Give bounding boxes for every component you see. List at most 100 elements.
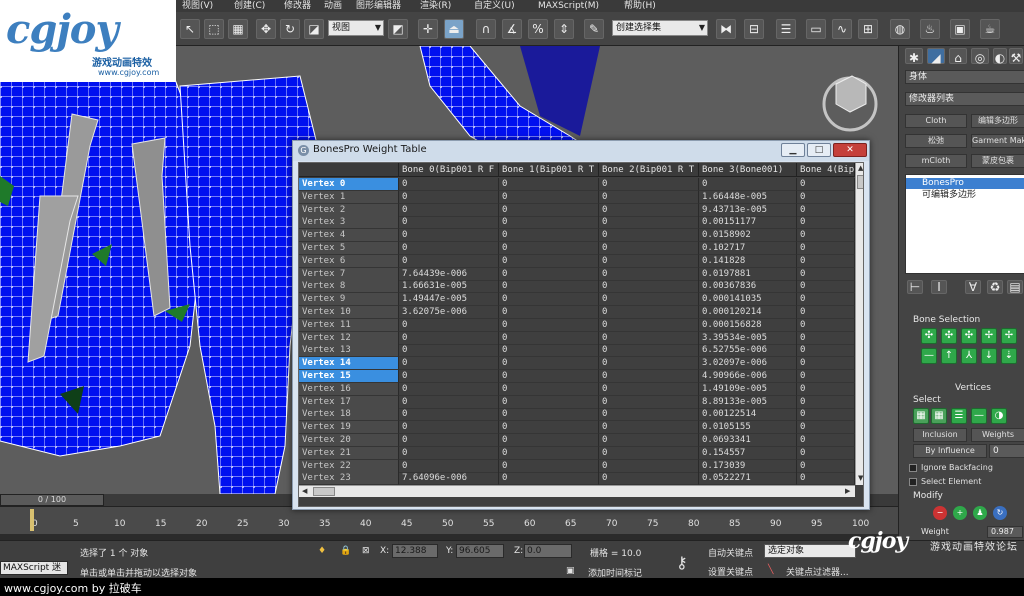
edit-poly-button[interactable]: 编辑多边形 bbox=[971, 114, 1024, 128]
table-row[interactable]: Vertex 7 7.64439e-006 0 0 0.0197881 0 bbox=[299, 267, 855, 281]
weight-cell[interactable]: 1.49109e-005 bbox=[699, 382, 797, 396]
weight-cell[interactable]: 0 bbox=[399, 421, 499, 435]
utilities-tab[interactable]: ⚒ bbox=[1009, 48, 1023, 65]
window-crossing-button[interactable]: ▦ bbox=[228, 19, 248, 39]
menu-help[interactable]: 帮助(H) bbox=[624, 0, 656, 12]
weight-cell[interactable]: 0.0105155 bbox=[699, 421, 797, 435]
weight-cell[interactable]: 0 bbox=[499, 280, 599, 294]
table-row[interactable]: Vertex 12 0 0 0 3.39534e-005 0 bbox=[299, 331, 855, 345]
table-row[interactable]: Vertex 17 0 0 0 8.89133e-005 0 bbox=[299, 395, 855, 409]
weight-cell[interactable]: 0 bbox=[599, 395, 699, 409]
close-button[interactable]: ✕ bbox=[833, 143, 867, 157]
weight-cell[interactable]: 0 bbox=[797, 408, 855, 422]
weight-cell[interactable]: 0.0158902 bbox=[699, 229, 797, 243]
weight-cell[interactable]: 0 bbox=[797, 293, 855, 307]
weight-cell[interactable]: 0 bbox=[797, 178, 855, 191]
weight-cell[interactable]: 0 bbox=[797, 459, 855, 473]
table-row[interactable]: Vertex 19 0 0 0 0.0105155 0 bbox=[299, 421, 855, 435]
minimize-button[interactable]: ▁ bbox=[781, 143, 805, 157]
spinner-snap-toggle[interactable]: ⇕ bbox=[554, 19, 574, 39]
hierarchy-tab[interactable]: ⌂ bbox=[949, 48, 967, 65]
table-row[interactable]: Vertex 9 1.49447e-005 0 0 0.000141035 0 bbox=[299, 293, 855, 307]
weight-cell[interactable]: 3.62075e-006 bbox=[399, 306, 499, 319]
add-time-tag-icon[interactable]: ▣ bbox=[566, 566, 575, 576]
weight-cell[interactable]: 0 bbox=[399, 408, 499, 422]
weight-cell[interactable]: 0 bbox=[499, 203, 599, 217]
weight-cell[interactable]: 0 bbox=[797, 216, 855, 230]
material-editor-button[interactable]: ◍ bbox=[890, 19, 910, 39]
weight-cell[interactable]: 0 bbox=[797, 229, 855, 243]
garment-maker-button[interactable]: Garment Mak bbox=[971, 134, 1024, 148]
vertex-label[interactable]: Vertex 16 bbox=[299, 382, 399, 396]
weight-cell[interactable]: 0 bbox=[797, 357, 855, 371]
weight-cell[interactable]: 0 bbox=[399, 344, 499, 358]
render-production-button[interactable]: ☕ bbox=[980, 19, 1000, 39]
weight-cell[interactable]: 0 bbox=[399, 395, 499, 409]
weight-cell[interactable]: 0 bbox=[499, 267, 599, 281]
weight-cell[interactable]: 0 bbox=[499, 242, 599, 255]
vertex-label[interactable]: Vertex 12 bbox=[299, 331, 399, 345]
weight-cell[interactable]: 0 bbox=[499, 370, 599, 383]
table-row[interactable]: Vertex 5 0 0 0 0.102717 0 bbox=[299, 242, 855, 255]
weight-cell[interactable]: 0 bbox=[797, 472, 855, 485]
weight-cell[interactable]: 0 bbox=[797, 331, 855, 345]
weight-cell[interactable]: 0.0522271 bbox=[699, 472, 797, 485]
angle-snap-toggle[interactable]: ∡ bbox=[502, 19, 522, 39]
table-row[interactable]: Vertex 15 0 0 0 4.90966e-006 0 bbox=[299, 370, 855, 383]
vertex-label[interactable]: Vertex 10 bbox=[299, 306, 399, 319]
weight-cell[interactable]: 0 bbox=[797, 254, 855, 268]
keyboard-shortcut-toggle[interactable]: ⏏ bbox=[444, 19, 464, 39]
weight-cell[interactable]: 7.64439e-006 bbox=[399, 267, 499, 281]
schematic-view-button[interactable]: ⊞ bbox=[858, 19, 878, 39]
layer-manager-button[interactable]: ☰ bbox=[776, 19, 796, 39]
weight-cell[interactable]: 0 bbox=[599, 370, 699, 383]
table-row[interactable]: Vertex 1 0 0 0 1.66448e-005 0 bbox=[299, 190, 855, 204]
weight-cell[interactable]: 0 bbox=[499, 421, 599, 435]
weight-cell[interactable]: 0 bbox=[797, 242, 855, 255]
bone-branch-button[interactable]: ⅄ bbox=[961, 348, 977, 364]
menu-customize[interactable]: 自定义(U) bbox=[474, 0, 515, 12]
column-header[interactable]: Bone 2(Bip001 R T bbox=[599, 163, 699, 177]
mcloth-button[interactable]: mCloth bbox=[905, 154, 967, 168]
weight-cell[interactable]: 0 bbox=[599, 344, 699, 358]
align-button[interactable]: ⊟ bbox=[744, 19, 764, 39]
weight-cell[interactable]: 0 bbox=[797, 344, 855, 358]
weight-cell[interactable]: 0 bbox=[599, 216, 699, 230]
weight-cell[interactable]: 0 bbox=[599, 190, 699, 204]
skin-wrap-button[interactable]: 蒙皮包裹 bbox=[971, 154, 1024, 168]
table-row[interactable]: Vertex 13 0 0 0 6.52755e-006 0 bbox=[299, 344, 855, 358]
modify-tab[interactable]: ◢ bbox=[927, 48, 945, 65]
weight-cell[interactable]: 3.39534e-005 bbox=[699, 331, 797, 345]
bone-down-button[interactable]: ↓ bbox=[981, 348, 997, 364]
vertex-label[interactable]: Vertex 20 bbox=[299, 434, 399, 447]
vertex-label[interactable]: Vertex 17 bbox=[299, 395, 399, 409]
add-weight-button[interactable]: + bbox=[953, 506, 967, 520]
weight-cell[interactable]: 0 bbox=[797, 203, 855, 217]
display-tab[interactable]: ◐ bbox=[993, 48, 1007, 65]
vertex-label[interactable]: Vertex 1 bbox=[299, 190, 399, 204]
weight-cell[interactable]: 0.00367836 bbox=[699, 280, 797, 294]
weight-cell[interactable]: 0 bbox=[399, 434, 499, 447]
inclusion-button[interactable]: Inclusion bbox=[913, 428, 967, 442]
graphite-toggle-button[interactable]: ▭ bbox=[806, 19, 826, 39]
table-row[interactable]: Vertex 4 0 0 0 0.0158902 0 bbox=[299, 229, 855, 243]
column-header[interactable]: Bone 0(Bip001 R F bbox=[399, 163, 499, 177]
weight-cell[interactable]: 0 bbox=[599, 446, 699, 460]
maximize-button[interactable]: □ bbox=[807, 143, 831, 157]
weight-cell[interactable]: 0 bbox=[797, 421, 855, 435]
key-mode-dropdown[interactable]: 选定对象 bbox=[764, 544, 856, 558]
bone-select-none-button[interactable]: ✣ bbox=[941, 328, 957, 344]
weight-cell[interactable]: 0 bbox=[797, 306, 855, 319]
weight-cell[interactable]: 0 bbox=[499, 306, 599, 319]
weight-cell[interactable]: 0 bbox=[499, 408, 599, 422]
ignore-backfacing-checkbox[interactable]: Ignore Backfacing bbox=[909, 462, 1019, 474]
bone-select-invert-button[interactable]: ✣ bbox=[961, 328, 977, 344]
weight-cell[interactable]: 0 bbox=[399, 382, 499, 396]
scroll-thumb[interactable] bbox=[857, 175, 863, 189]
absolute-mode-icon[interactable]: ⊠ bbox=[362, 546, 370, 556]
vertex-label[interactable]: Vertex 14 bbox=[299, 357, 399, 371]
weight-cell[interactable]: 0 bbox=[599, 203, 699, 217]
weight-cell[interactable]: 0 bbox=[499, 434, 599, 447]
vertex-label[interactable]: Vertex 3 bbox=[299, 216, 399, 230]
weight-cell[interactable]: 0 bbox=[499, 229, 599, 243]
